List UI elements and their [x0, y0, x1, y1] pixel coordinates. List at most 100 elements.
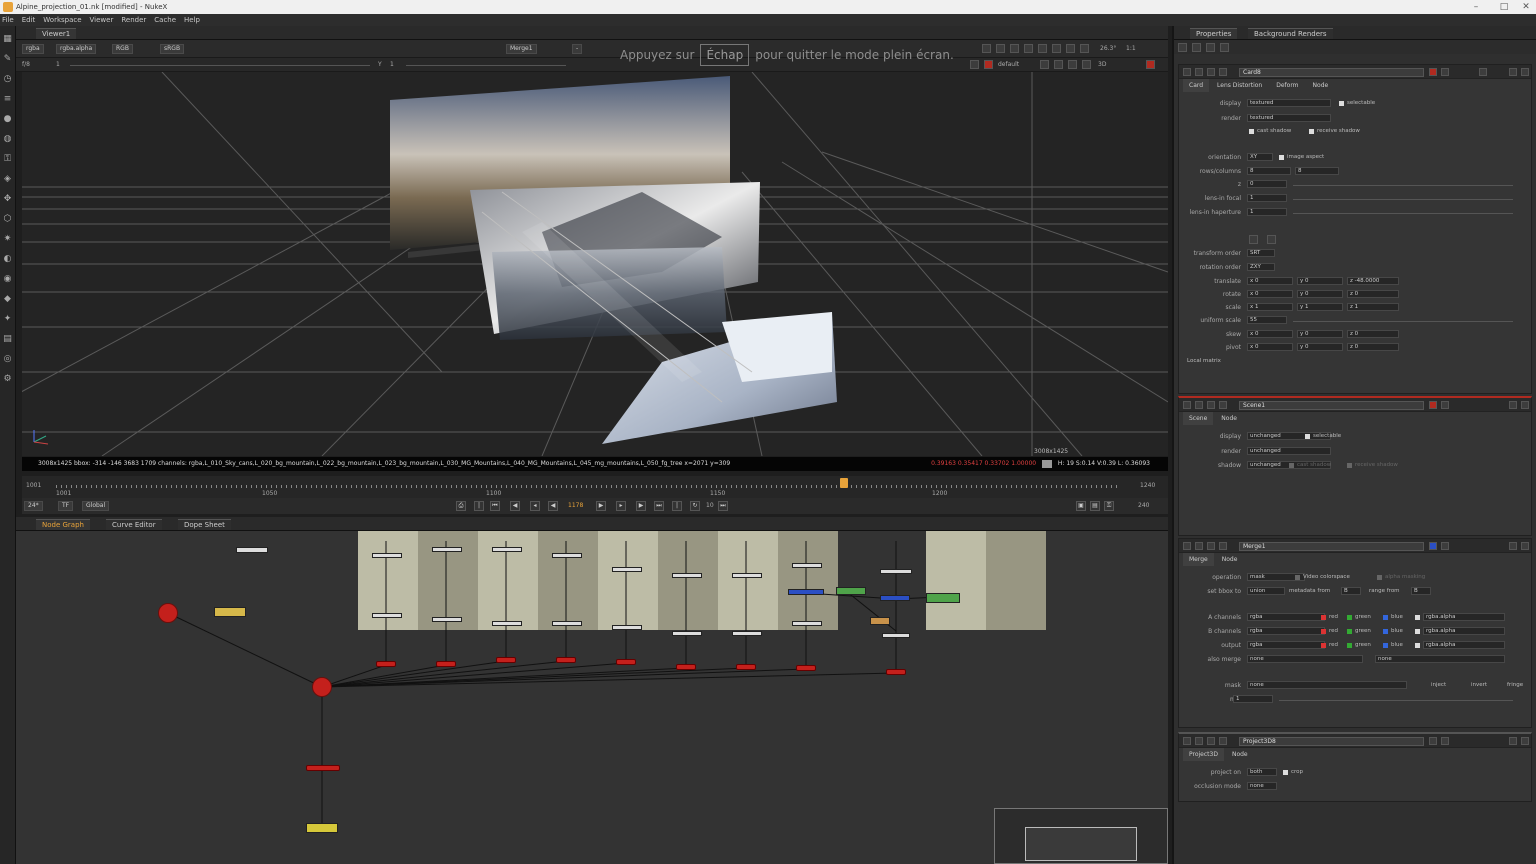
scale-x[interactable]: x 1: [1247, 303, 1293, 311]
mask-icon[interactable]: [996, 44, 1005, 53]
local-matrix-row[interactable]: Local matrix: [1179, 357, 1531, 367]
fps-field[interactable]: 24*: [24, 501, 43, 511]
menu-viewer[interactable]: Viewer: [90, 16, 114, 24]
a-blue-checkbox[interactable]: [1383, 615, 1388, 620]
float-panel-icon[interactable]: [1509, 737, 1517, 745]
input-b-dropdown[interactable]: -: [572, 44, 583, 54]
card-node[interactable]: [676, 664, 696, 670]
read-node[interactable]: [492, 547, 522, 552]
also-merge-dropdown[interactable]: none: [1247, 655, 1363, 663]
channels-dropdown[interactable]: rgba: [22, 44, 44, 54]
3d-tool-icon[interactable]: ⬡: [2, 214, 13, 225]
tab-properties[interactable]: Properties: [1190, 28, 1238, 39]
display-dropdown[interactable]: textured: [1247, 99, 1331, 107]
colorspace-dropdown[interactable]: sRGB: [160, 44, 185, 54]
transform-order-dropdown[interactable]: SRT: [1247, 249, 1275, 257]
mix-slider[interactable]: [1279, 700, 1513, 701]
range-dropdown[interactable]: B: [1411, 587, 1431, 595]
selectable-checkbox[interactable]: [1305, 434, 1310, 439]
camera-node[interactable]: [158, 603, 178, 623]
a-green-checkbox[interactable]: [1347, 615, 1352, 620]
lut-dropdown[interactable]: default: [998, 61, 1019, 68]
video-colorspace-checkbox[interactable]: [1295, 575, 1300, 580]
metadata-tool-icon[interactable]: ◆: [2, 294, 13, 305]
revert-icon[interactable]: [1219, 68, 1227, 76]
lens-haperture-slider[interactable]: [1293, 213, 1513, 214]
read-node[interactable]: [612, 567, 642, 572]
b-alpha-dropdown[interactable]: rgba.alpha: [1423, 627, 1505, 635]
selected-node[interactable]: [870, 617, 890, 625]
also-merge-dropdown-2[interactable]: none: [1375, 655, 1505, 663]
node-color-icon[interactable]: [1429, 542, 1437, 550]
draw-tool-icon[interactable]: ✎: [2, 54, 13, 65]
image-aspect-checkbox[interactable]: [1279, 155, 1284, 160]
tf-dropdown[interactable]: TF: [58, 501, 74, 511]
toolsets-tool-icon[interactable]: ✦: [2, 314, 13, 325]
menu-workspace[interactable]: Workspace: [43, 16, 81, 24]
filter-tool-icon[interactable]: ◍: [2, 134, 13, 145]
node-graph-minimap[interactable]: [994, 808, 1168, 864]
proxy-icon[interactable]: [1024, 44, 1033, 53]
wipe-icon[interactable]: [1010, 44, 1019, 53]
project3d-node-name[interactable]: Project3D8: [1239, 737, 1424, 746]
max-panels-icon[interactable]: [1178, 43, 1187, 52]
playhead[interactable]: [840, 478, 848, 488]
occlusion-dropdown[interactable]: none: [1247, 782, 1277, 790]
timeline-ticks[interactable]: [56, 485, 1120, 488]
orientation-dropdown[interactable]: XY: [1247, 153, 1273, 161]
invert-label[interactable]: invert: [1471, 682, 1487, 688]
read-node[interactable]: [732, 573, 762, 578]
play-forward-icon[interactable]: ▶: [596, 501, 606, 511]
translate-z[interactable]: z -48.0000: [1347, 277, 1399, 285]
scanline-render-node[interactable]: [306, 765, 340, 771]
b-channels-dropdown[interactable]: rgba: [1247, 627, 1325, 635]
zoom-value[interactable]: 26.3°: [1100, 45, 1116, 52]
b-green-checkbox[interactable]: [1347, 629, 1352, 634]
card-node[interactable]: [556, 657, 576, 663]
collapse-icon[interactable]: [1183, 542, 1191, 550]
furnace-tool-icon[interactable]: ◎: [2, 354, 13, 365]
project-node[interactable]: [492, 621, 522, 626]
local-matrix-label[interactable]: Local matrix: [1187, 358, 1221, 364]
end-frame-field[interactable]: 240: [1138, 502, 1149, 509]
pivot-x[interactable]: x 0: [1247, 343, 1293, 351]
gamma-value[interactable]: 1: [390, 61, 394, 68]
tab-node[interactable]: Node: [1215, 412, 1243, 425]
downrez-icon[interactable]: [1038, 44, 1047, 53]
write-node[interactable]: [306, 823, 338, 833]
card-node[interactable]: [436, 661, 456, 667]
a-alpha-dropdown[interactable]: rgba.alpha: [1423, 613, 1505, 621]
read-node[interactable]: [552, 553, 582, 558]
loop-icon[interactable]: ↻: [690, 501, 700, 511]
tile-color-icon[interactable]: [1441, 737, 1449, 745]
transform-tool-icon[interactable]: ✥: [2, 194, 13, 205]
rows-field[interactable]: 8: [1247, 167, 1291, 175]
tab-curve-editor[interactable]: Curve Editor: [106, 519, 162, 530]
metadata-dropdown[interactable]: B: [1341, 587, 1361, 595]
scale-y[interactable]: y 1: [1297, 303, 1343, 311]
pencil-icon[interactable]: [1146, 60, 1155, 69]
viewer-3d-viewport[interactable]: [22, 72, 1168, 456]
a-red-checkbox[interactable]: [1321, 615, 1326, 620]
grade-node[interactable]: [836, 587, 866, 595]
transform-node[interactable]: [880, 595, 910, 601]
inject-label[interactable]: inject: [1431, 682, 1446, 688]
read-node[interactable]: [792, 563, 822, 568]
read-node[interactable]: [372, 553, 402, 558]
translate-y[interactable]: y 0: [1297, 277, 1343, 285]
cache-icon[interactable]: ▤: [1090, 501, 1100, 511]
edit-icon[interactable]: [1220, 43, 1229, 52]
tab-card[interactable]: Card: [1183, 79, 1210, 92]
undo-icon[interactable]: [1207, 542, 1215, 550]
timeline[interactable]: 1001 1001 1050 1100 1150 1200 1240: [22, 476, 1168, 498]
rotate-y[interactable]: y 0: [1297, 290, 1343, 298]
project-node[interactable]: [792, 621, 822, 626]
undo-icon[interactable]: [1207, 68, 1215, 76]
image-tool-icon[interactable]: ▦: [2, 34, 13, 45]
project-on-dropdown[interactable]: both: [1247, 768, 1277, 776]
uniform-scale-slider[interactable]: [1293, 321, 1513, 322]
revert-icon[interactable]: [1219, 401, 1227, 409]
timeline-start[interactable]: 1001: [26, 482, 41, 489]
particles-tool-icon[interactable]: ✷: [2, 234, 13, 245]
fstop-value[interactable]: f/8: [22, 61, 30, 68]
